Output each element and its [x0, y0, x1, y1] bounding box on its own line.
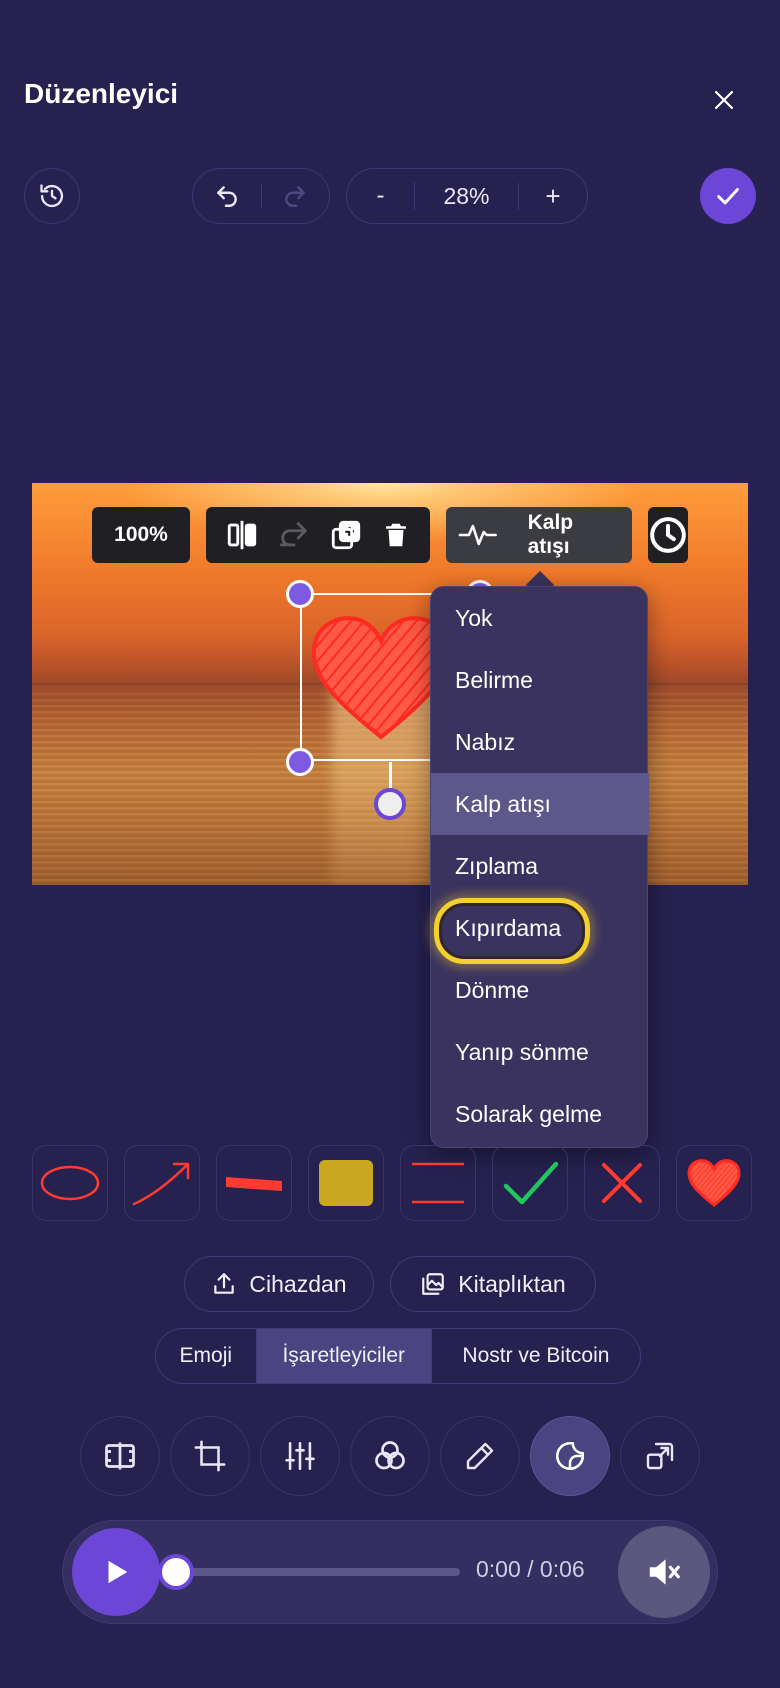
double-line-marker-icon — [412, 1162, 464, 1204]
device-label: Cihazdan — [249, 1270, 347, 1297]
history-icon — [40, 184, 64, 208]
undo-icon — [216, 186, 237, 207]
tab-markers[interactable]: İşaretleyiciler — [255, 1329, 431, 1383]
sticker-highlight[interactable] — [308, 1145, 384, 1221]
heart-marker-icon — [687, 1159, 741, 1207]
duplicate-icon[interactable] — [329, 518, 363, 552]
menu-item-yok[interactable]: Yok — [431, 587, 649, 649]
sticker-cross[interactable] — [584, 1145, 660, 1221]
redo-button[interactable] — [262, 183, 330, 209]
sticker-arrow[interactable] — [124, 1145, 200, 1221]
resize-handle-top-left[interactable] — [286, 580, 314, 608]
mode-frames-button[interactable] — [80, 1416, 160, 1496]
muted-speaker-icon — [649, 1559, 680, 1585]
confirm-button[interactable] — [700, 168, 756, 224]
menu-item-yanip-sonme[interactable]: Yanıp sönme — [431, 1021, 649, 1083]
pencil-icon — [466, 1442, 494, 1470]
close-button[interactable] — [700, 76, 748, 124]
pick-from-library-button[interactable]: Kitaplıktan — [390, 1256, 596, 1312]
tab-emoji[interactable]: Emoji — [156, 1329, 256, 1383]
line-marker-icon — [226, 1177, 282, 1191]
cross-mark-icon — [602, 1163, 642, 1203]
library-label: Kitaplıktan — [458, 1270, 566, 1297]
sticker-heart[interactable] — [676, 1145, 752, 1221]
mode-resize-button[interactable] — [620, 1416, 700, 1496]
menu-item-nabiz[interactable]: Nabız — [431, 711, 649, 773]
highlight-ring — [434, 898, 590, 964]
menu-item-belirme[interactable]: Belirme — [431, 649, 649, 711]
history-button[interactable] — [24, 168, 80, 224]
mode-adjust-button[interactable] — [260, 1416, 340, 1496]
zoom-out-button[interactable]: - — [347, 182, 415, 210]
scale-indicator[interactable]: 100% — [92, 507, 190, 563]
mode-draw-button[interactable] — [440, 1416, 520, 1496]
play-button[interactable] — [72, 1528, 160, 1616]
menu-item-kalp-atisi[interactable]: Kalp atışı — [431, 773, 649, 835]
time-readout: 0:00 / 0:06 — [476, 1556, 585, 1582]
rotation-handle[interactable] — [374, 788, 406, 820]
play-icon — [108, 1560, 128, 1584]
gallery-icon — [422, 1273, 445, 1295]
menu-item-donme[interactable]: Dönme — [431, 959, 649, 1021]
page-title: Düzenleyici — [24, 78, 179, 109]
crop-icon — [194, 1440, 226, 1472]
sliders-icon — [285, 1441, 315, 1471]
sticker-check[interactable] — [492, 1145, 568, 1221]
pulse-icon — [458, 524, 497, 546]
forward-icon[interactable] — [277, 518, 311, 552]
clock-icon — [650, 517, 686, 553]
delete-icon[interactable] — [381, 520, 411, 550]
filters-icon — [375, 1441, 405, 1470]
undo-button[interactable] — [193, 183, 262, 209]
animation-label: Kalp atışı — [527, 511, 574, 558]
sticker-ellipse[interactable] — [32, 1145, 108, 1221]
seek-handle[interactable] — [158, 1554, 194, 1590]
highlight-marker-icon — [319, 1160, 373, 1206]
sticker-icon — [555, 1441, 585, 1471]
sticker-line[interactable] — [216, 1145, 292, 1221]
resize-handle-bottom-left[interactable] — [286, 748, 314, 776]
animation-menu: Yok Belirme Nabız Kalp atışı Zıplama Kıp… — [430, 586, 649, 1148]
mode-filters-button[interactable] — [350, 1416, 430, 1496]
mode-crop-button[interactable] — [170, 1416, 250, 1496]
zoom-control: - 28% + — [346, 168, 588, 224]
seek-track[interactable] — [176, 1568, 460, 1576]
arrow-marker-icon — [132, 1162, 190, 1206]
close-icon — [714, 90, 734, 110]
undo-redo-group — [192, 168, 330, 224]
animation-selector[interactable]: Kalp atışı — [446, 507, 632, 563]
menu-item-solarak-gelme[interactable]: Solarak gelme — [431, 1083, 649, 1145]
mute-button[interactable] — [618, 1526, 710, 1618]
flip-icon[interactable] — [225, 518, 259, 552]
check-mark-icon — [503, 1161, 559, 1205]
sticker-category-tabs: Emoji İşaretleyiciler Nostr ve Bitcoin — [155, 1328, 641, 1384]
check-icon — [717, 188, 739, 205]
sticker-double-line[interactable] — [400, 1145, 476, 1221]
zoom-level: 28% — [415, 182, 519, 210]
menu-item-ziplama[interactable]: Zıplama — [431, 835, 649, 897]
upload-from-device-button[interactable]: Cihazdan — [184, 1256, 374, 1312]
zoom-in-button[interactable]: + — [519, 181, 587, 212]
timing-button[interactable] — [648, 507, 688, 563]
frames-icon — [105, 1442, 135, 1470]
layer-tools — [206, 507, 430, 563]
upload-icon — [214, 1273, 235, 1294]
tab-nostr-bitcoin[interactable]: Nostr ve Bitcoin — [430, 1329, 640, 1383]
resize-icon — [646, 1442, 674, 1470]
ellipse-marker-icon — [40, 1165, 100, 1201]
redo-icon — [285, 186, 306, 207]
mode-sticker-button[interactable] — [530, 1416, 610, 1496]
